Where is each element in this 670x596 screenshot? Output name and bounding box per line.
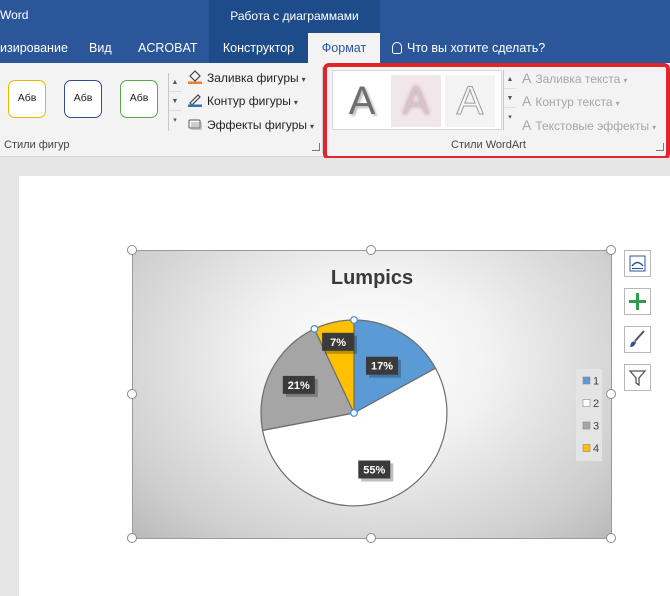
wordart-highlight-box [323,63,670,160]
tell-me-label: Что вы хотите сделать? [407,41,546,55]
tab-format[interactable]: Формат [308,33,380,63]
scroll-up-icon[interactable]: ▲ [169,73,181,92]
data-label-text: 21% [288,380,310,392]
chart-legend[interactable]: 1 2 3 4 [576,369,602,461]
shape-outline-button[interactable]: Контур фигуры ▾ [187,91,298,111]
chevron-down-icon: ▾ [301,75,306,84]
resize-handle-n[interactable] [366,245,376,255]
effects-icon [187,117,203,131]
resize-handle-nw[interactable] [127,245,137,255]
ribbon-tabs: изирование Вид ACROBAT Конструктор Форма… [0,33,670,63]
legend-swatch-2 [582,399,591,407]
chart-tools-context-label: Работа с диаграммами [209,0,380,33]
scroll-down-icon[interactable]: ▼ [169,92,181,111]
shape-effects-button[interactable]: Эффекты фигуры ▾ [187,115,314,135]
gallery-more-icon[interactable]: ▾ [169,111,181,130]
lightbulb-icon [392,42,402,54]
chevron-down-icon: ▾ [293,98,298,107]
legend-label-1: 1 [593,376,599,388]
legend-swatch-4 [582,444,591,452]
layout-options-button[interactable] [624,250,651,277]
legend-swatch-3 [582,421,591,430]
shape-gallery-scroll[interactable]: ▲ ▼ ▾ [168,73,181,131]
chart-styles-brush-icon [630,330,645,347]
shape-style-1[interactable]: Абв [8,80,46,118]
shape-fill-label: Заливка фигуры [207,71,299,85]
data-label-4[interactable]: 7% [322,332,358,354]
tab-acrobat[interactable]: ACROBAT [138,33,198,63]
legend-label-3: 3 [593,421,599,433]
legend-swatch-1 [582,376,591,385]
layout-options-icon [629,255,646,272]
data-label-text: 17% [371,361,393,373]
data-label-text: 7% [330,337,346,349]
tab-review-truncated[interactable]: изирование [0,33,68,63]
data-label-2[interactable]: 55% [358,460,394,482]
legend-label-4: 4 [593,443,599,455]
resize-handle-se[interactable] [606,533,616,543]
data-label-1[interactable]: 17% [366,356,401,378]
data-label-text: 55% [363,465,385,477]
chart-area[interactable]: Lumpics 17% 55% 21% 7% 1 2 3 4 [132,250,612,539]
tell-me-search[interactable]: Что вы хотите сделать? [392,33,545,63]
shape-styles-group-label: Стили фигур [4,139,70,151]
resize-handle-ne[interactable] [606,245,616,255]
shape-outline-label: Контур фигуры [207,94,291,108]
legend-label-2: 2 [593,398,599,410]
paint-bucket-icon [187,70,203,84]
tab-view[interactable]: Вид [89,33,112,63]
pen-outline-icon [187,93,203,107]
chart-elements-button[interactable] [624,288,651,315]
chart-title[interactable]: Lumpics [331,267,413,289]
title-bar: Word Работа с диаграммами [0,0,670,33]
chart-styles-button[interactable] [624,326,651,353]
data-label-3[interactable]: 21% [282,375,318,397]
resize-handle-w[interactable] [127,389,137,399]
pie-chart: Lumpics 17% 55% 21% 7% 1 2 3 4 [260,267,602,507]
tab-design[interactable]: Конструктор [209,33,308,63]
shape-fill-button[interactable]: Заливка фигуры ▾ [187,68,306,88]
app-title: Word [0,8,29,22]
resize-handle-sw[interactable] [127,533,137,543]
point-selection-handle[interactable] [350,409,358,417]
point-selection-handle[interactable] [310,324,319,333]
resize-handle-s[interactable] [366,533,376,543]
shape-effects-label: Эффекты фигуры [207,118,308,132]
shape-style-3[interactable]: Абв [120,80,158,118]
shape-style-2[interactable]: Абв [64,80,102,118]
shape-styles-launcher-icon[interactable] [312,143,320,151]
chevron-down-icon: ▾ [310,122,315,131]
chart-elements-plus-icon [629,293,646,310]
resize-handle-e[interactable] [606,389,616,399]
chart-filters-button[interactable] [624,364,651,391]
point-selection-handle[interactable] [350,316,358,324]
chart-filters-icon [628,370,647,387]
